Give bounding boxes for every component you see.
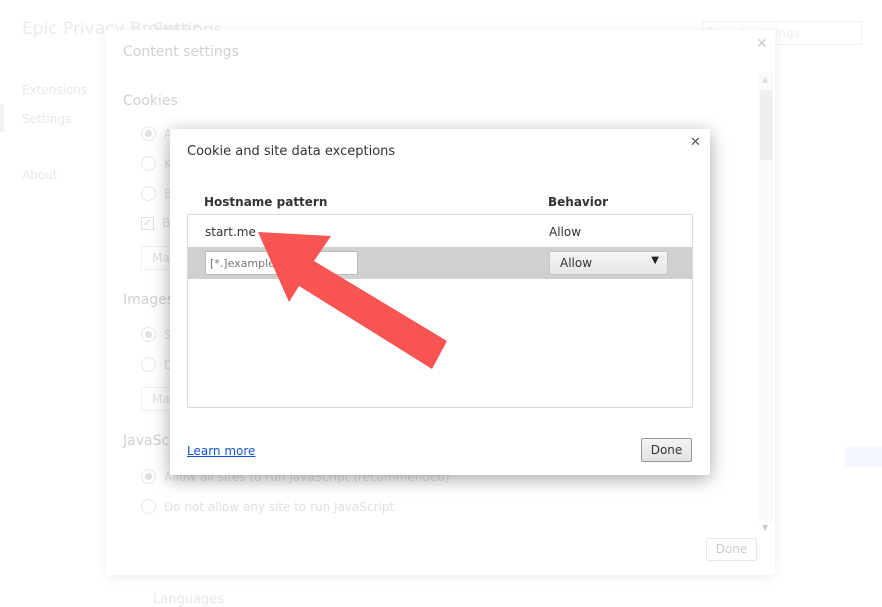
radio-icon[interactable]	[141, 327, 156, 342]
radio-icon[interactable]	[141, 469, 156, 484]
javascript-block-option[interactable]: Do not allow any site to run JavaScript	[141, 499, 394, 514]
content-settings-title: Content settings	[123, 44, 239, 60]
nav-selected-indicator	[0, 104, 4, 132]
cookies-option[interactable]: K	[141, 156, 172, 171]
close-icon[interactable]: ✕	[756, 36, 768, 52]
images-option[interactable]: D	[141, 357, 173, 372]
nav-extensions[interactable]: Extensions	[22, 83, 87, 97]
cookie-exceptions-dialog: Cookie and site data exceptions ✕ Hostna…	[170, 129, 710, 475]
cookies-option[interactable]: B	[141, 186, 172, 201]
chevron-down-icon: ▼	[651, 255, 659, 266]
radio-icon[interactable]	[141, 186, 156, 201]
behavior-select[interactable]: Allow ▼	[549, 251, 668, 275]
cookies-option[interactable]: A	[141, 126, 172, 141]
scroll-up-icon[interactable]: ▲	[762, 75, 768, 84]
hostname-pattern-input[interactable]	[205, 251, 358, 275]
scroll-down-icon[interactable]: ▼	[762, 523, 768, 532]
hostname-cell: start.me	[205, 225, 256, 239]
radio-icon[interactable]	[141, 156, 156, 171]
cookies-checkbox[interactable]: ✓ B	[141, 216, 170, 230]
content-settings-done-button[interactable]: Done	[706, 538, 757, 561]
images-option[interactable]: S	[141, 327, 172, 342]
radio-icon[interactable]	[141, 126, 156, 141]
scrollbar[interactable]: ▲ ▼	[759, 72, 773, 532]
checkbox-icon[interactable]: ✓	[141, 216, 154, 230]
scrollbar-thumb[interactable]	[760, 90, 772, 160]
radio-icon[interactable]	[141, 357, 156, 372]
images-heading: Images	[123, 292, 175, 308]
exceptions-list: start.me Allow Allow▼	[187, 214, 693, 408]
dialog-title: Cookie and site data exceptions	[187, 144, 396, 159]
background-chip	[845, 447, 882, 467]
learn-more-link[interactable]: Learn more	[187, 444, 255, 458]
languages-heading: Languages	[153, 592, 224, 607]
hostname-column-header: Hostname pattern	[204, 195, 328, 209]
table-row[interactable]: start.me Allow	[188, 215, 692, 247]
radio-icon[interactable]	[141, 499, 156, 514]
cookies-heading: Cookies	[123, 93, 178, 109]
nav-about[interactable]: About	[22, 168, 57, 182]
done-button[interactable]: Done	[641, 438, 692, 462]
close-icon[interactable]: ✕	[690, 135, 701, 150]
new-exception-row: Allow▼	[188, 247, 692, 279]
behavior-column-header: Behavior	[548, 195, 609, 209]
behavior-cell: Allow	[549, 225, 582, 239]
nav-settings[interactable]: Settings	[22, 112, 71, 126]
